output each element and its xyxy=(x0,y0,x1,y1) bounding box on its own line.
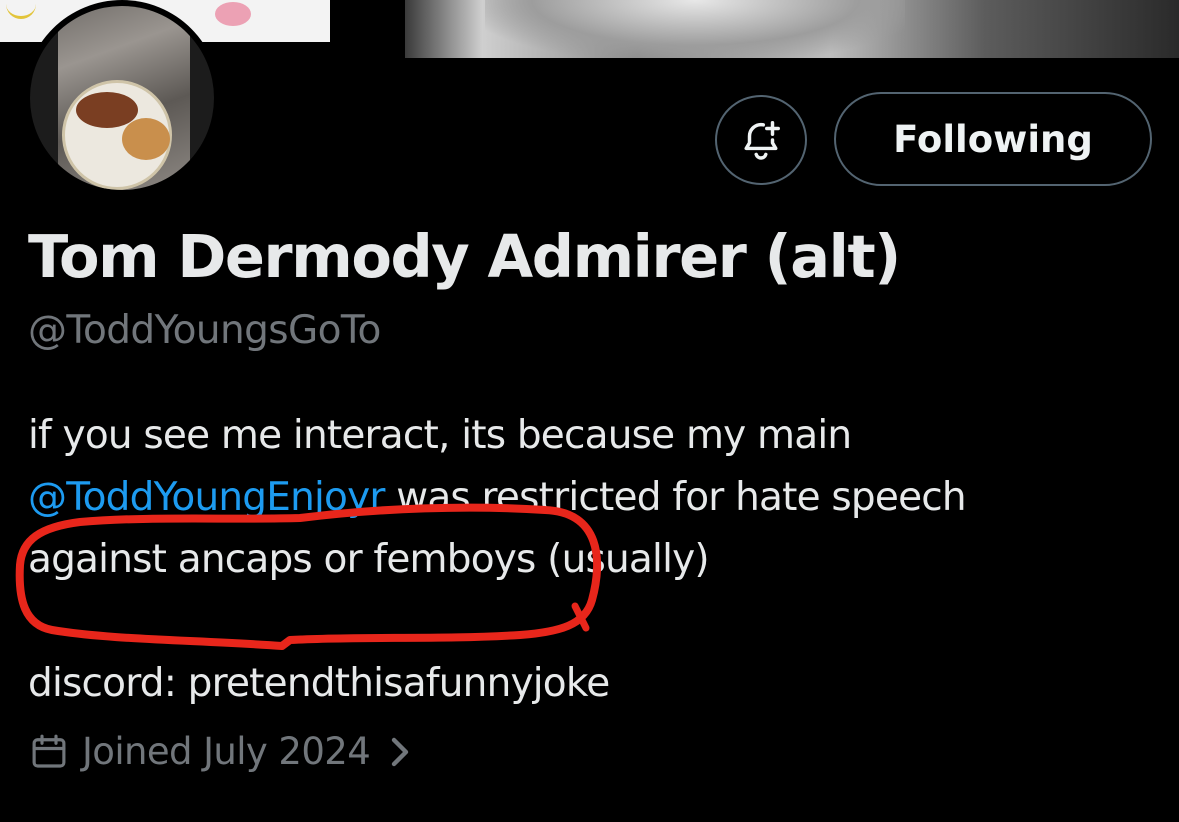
bio-line: @ToddYoungEnjoyr was restricted for hate… xyxy=(28,467,1148,529)
display-name: Tom Dermody Admirer (alt) xyxy=(28,222,901,291)
notifications-button[interactable] xyxy=(715,95,807,185)
profile-bio: if you see me interact, its because my m… xyxy=(28,405,1148,715)
avatar-food xyxy=(76,92,138,128)
avatar[interactable] xyxy=(30,6,214,190)
mention-link[interactable]: @ToddYoungEnjoyr xyxy=(28,475,385,520)
chevron-right-icon xyxy=(391,737,409,766)
bell-plus-icon xyxy=(744,121,780,160)
bio-text: was restricted for hate speech xyxy=(384,475,966,520)
calendar-icon xyxy=(32,734,66,768)
bio-line: against ancaps or femboys (usually) xyxy=(28,537,710,582)
banner-photo xyxy=(405,0,1179,58)
banner-doodle xyxy=(6,0,36,19)
avatar-bun xyxy=(122,118,170,160)
bio-line: if you see me interact, its because my m… xyxy=(28,413,852,458)
joined-date: Joined July 2024 xyxy=(82,730,371,773)
bio-line: discord: pretendthisafunnyjoke xyxy=(28,661,610,706)
user-handle: @ToddYoungsGoTo xyxy=(28,308,381,353)
bio-blank-line xyxy=(28,591,1148,653)
joined-date-row[interactable]: Joined July 2024 xyxy=(28,730,412,773)
following-button[interactable]: Following xyxy=(834,92,1152,186)
banner-doodle xyxy=(215,2,251,26)
